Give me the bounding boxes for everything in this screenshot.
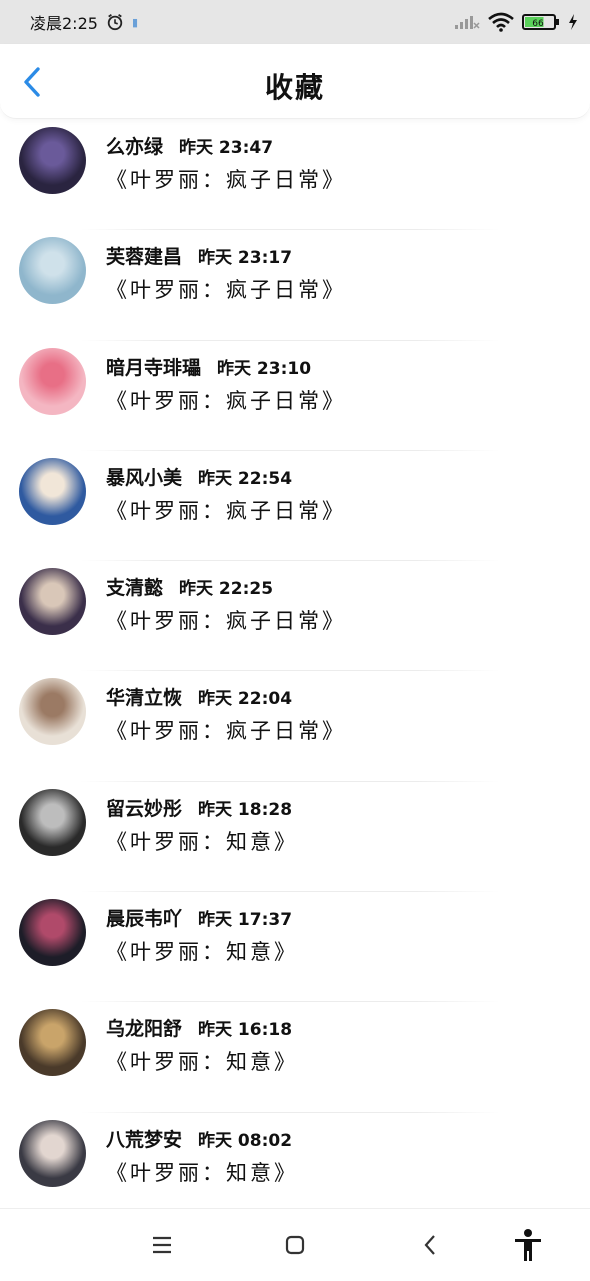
charging-icon <box>569 14 577 30</box>
home-icon <box>285 1235 305 1255</box>
avatar[interactable] <box>19 237 86 305</box>
status-left: 凌晨2:25 ▮ <box>30 10 138 34</box>
item-header: 留云妙彤 昨天 18:28 <box>106 794 292 821</box>
status-bar: 凌晨2:25 ▮ 66 <box>0 0 590 44</box>
timestamp: 昨天 23:10 <box>217 358 312 379</box>
nav-bar <box>0 1208 590 1281</box>
avatar[interactable] <box>19 899 86 967</box>
favorite-item[interactable]: 暗月寺琲瓃 昨天 23:10 《叶罗丽：疯子日常》 <box>0 341 590 451</box>
item-header: 乌龙阳舒 昨天 16:18 <box>106 1014 292 1041</box>
item-header: 芙蓉建昌 昨天 23:17 <box>106 242 292 269</box>
user-name[interactable]: 支清懿 <box>106 573 163 600</box>
user-name[interactable]: 芙蓉建昌 <box>106 242 182 269</box>
timestamp: 昨天 23:17 <box>198 248 293 269</box>
timestamp: 昨天 08:02 <box>198 1130 293 1151</box>
nav-back-button[interactable] <box>410 1225 450 1265</box>
timestamp: 昨天 17:37 <box>198 910 293 931</box>
timestamp: 昨天 22:54 <box>198 468 293 489</box>
favorite-item[interactable]: 暴风小美 昨天 22:54 《叶罗丽：疯子日常》 <box>0 451 590 562</box>
work-title[interactable]: 《叶罗丽：知意》 <box>106 1046 298 1076</box>
header: 收藏 <box>0 44 590 119</box>
home-button[interactable] <box>275 1225 315 1265</box>
avatar[interactable] <box>19 788 86 856</box>
user-name[interactable]: 留云妙彤 <box>106 794 182 821</box>
back-icon <box>424 1235 435 1255</box>
favorites-list: 么亦绿 昨天 23:47 《叶罗丽：疯子日常》 芙蓉建昌 昨天 23:17 《叶罗丽：疯子… <box>0 120 590 1223</box>
avatar[interactable] <box>19 568 86 636</box>
favorite-item[interactable]: 支清懿 昨天 22:25 《叶罗丽：疯子日常》 <box>0 561 590 672</box>
work-title[interactable]: 《叶罗丽：疯子日常》 <box>106 605 346 635</box>
favorite-item[interactable]: 留云妙彤 昨天 18:28 《叶罗丽：知意》 <box>0 782 590 893</box>
favorite-item[interactable]: 晨辰韦吖 昨天 17:37 《叶罗丽：知意》 <box>0 892 590 1003</box>
item-header: 华清立恢 昨天 22:04 <box>106 683 292 710</box>
alarm-icon <box>107 14 123 31</box>
user-name[interactable]: 乌龙阳舒 <box>106 1014 182 1041</box>
work-title[interactable]: 《叶罗丽：知意》 <box>106 826 298 856</box>
user-name[interactable]: 八荒梦安 <box>106 1125 182 1152</box>
user-name[interactable]: 暗月寺琲瓃 <box>106 353 201 380</box>
timestamp: 昨天 18:28 <box>198 799 293 820</box>
battery-icon: 66 <box>522 14 559 30</box>
user-name[interactable]: 华清立恢 <box>106 683 182 710</box>
menu-icon <box>153 1236 171 1254</box>
notification-icon: ▮ <box>131 15 138 29</box>
accessibility-button[interactable] <box>508 1225 548 1265</box>
timestamp: 昨天 22:25 <box>179 579 274 600</box>
wifi-icon <box>488 12 514 32</box>
favorite-item[interactable]: 华清立恢 昨天 22:04 《叶罗丽：疯子日常》 <box>0 671 590 782</box>
work-title[interactable]: 《叶罗丽：知意》 <box>106 1157 298 1187</box>
timestamp: 昨天 22:04 <box>198 689 293 710</box>
item-header: 暴风小美 昨天 22:54 <box>106 463 292 490</box>
favorite-item[interactable]: 乌龙阳舒 昨天 16:18 《叶罗丽：知意》 <box>0 1002 590 1113</box>
item-header: 晨辰韦吖 昨天 17:37 <box>106 904 292 931</box>
avatar[interactable] <box>19 127 86 194</box>
work-title[interactable]: 《叶罗丽：疯子日常》 <box>106 385 346 415</box>
timestamp: 昨天 16:18 <box>198 1020 293 1041</box>
item-header: 八荒梦安 昨天 08:02 <box>106 1125 292 1152</box>
work-title[interactable]: 《叶罗丽：疯子日常》 <box>106 715 346 745</box>
favorite-item[interactable]: 芙蓉建昌 昨天 23:17 《叶罗丽：疯子日常》 <box>0 230 590 341</box>
accessibility-icon <box>515 1229 541 1261</box>
avatar[interactable] <box>19 457 86 525</box>
work-title[interactable]: 《叶罗丽：知意》 <box>106 936 298 966</box>
favorite-item[interactable]: 八荒梦安 昨天 08:02 《叶罗丽：知意》 <box>0 1113 590 1223</box>
page-title: 收藏 <box>264 71 325 104</box>
signal-icon <box>455 16 480 29</box>
item-header: 暗月寺琲瓃 昨天 23:10 <box>106 353 311 380</box>
battery-level: 66 <box>532 19 544 29</box>
avatar[interactable] <box>19 347 86 415</box>
avatar[interactable] <box>19 1119 86 1187</box>
item-header: 么亦绿 昨天 23:47 <box>106 132 273 159</box>
user-name[interactable]: 么亦绿 <box>106 132 163 159</box>
user-name[interactable]: 晨辰韦吖 <box>106 904 182 931</box>
avatar[interactable] <box>19 1009 86 1077</box>
item-header: 支清懿 昨天 22:25 <box>106 573 273 600</box>
user-name[interactable]: 暴风小美 <box>106 463 182 490</box>
menu-button[interactable] <box>142 1225 182 1265</box>
status-time: 凌晨2:25 <box>30 14 98 33</box>
timestamp: 昨天 23:47 <box>179 138 274 158</box>
work-title[interactable]: 《叶罗丽：疯子日常》 <box>106 164 346 194</box>
favorite-item[interactable]: 么亦绿 昨天 23:47 《叶罗丽：疯子日常》 <box>0 120 590 231</box>
avatar[interactable] <box>19 678 86 746</box>
status-right: 66 <box>454 12 578 32</box>
work-title[interactable]: 《叶罗丽：疯子日常》 <box>106 274 346 304</box>
work-title[interactable]: 《叶罗丽：疯子日常》 <box>106 495 346 525</box>
